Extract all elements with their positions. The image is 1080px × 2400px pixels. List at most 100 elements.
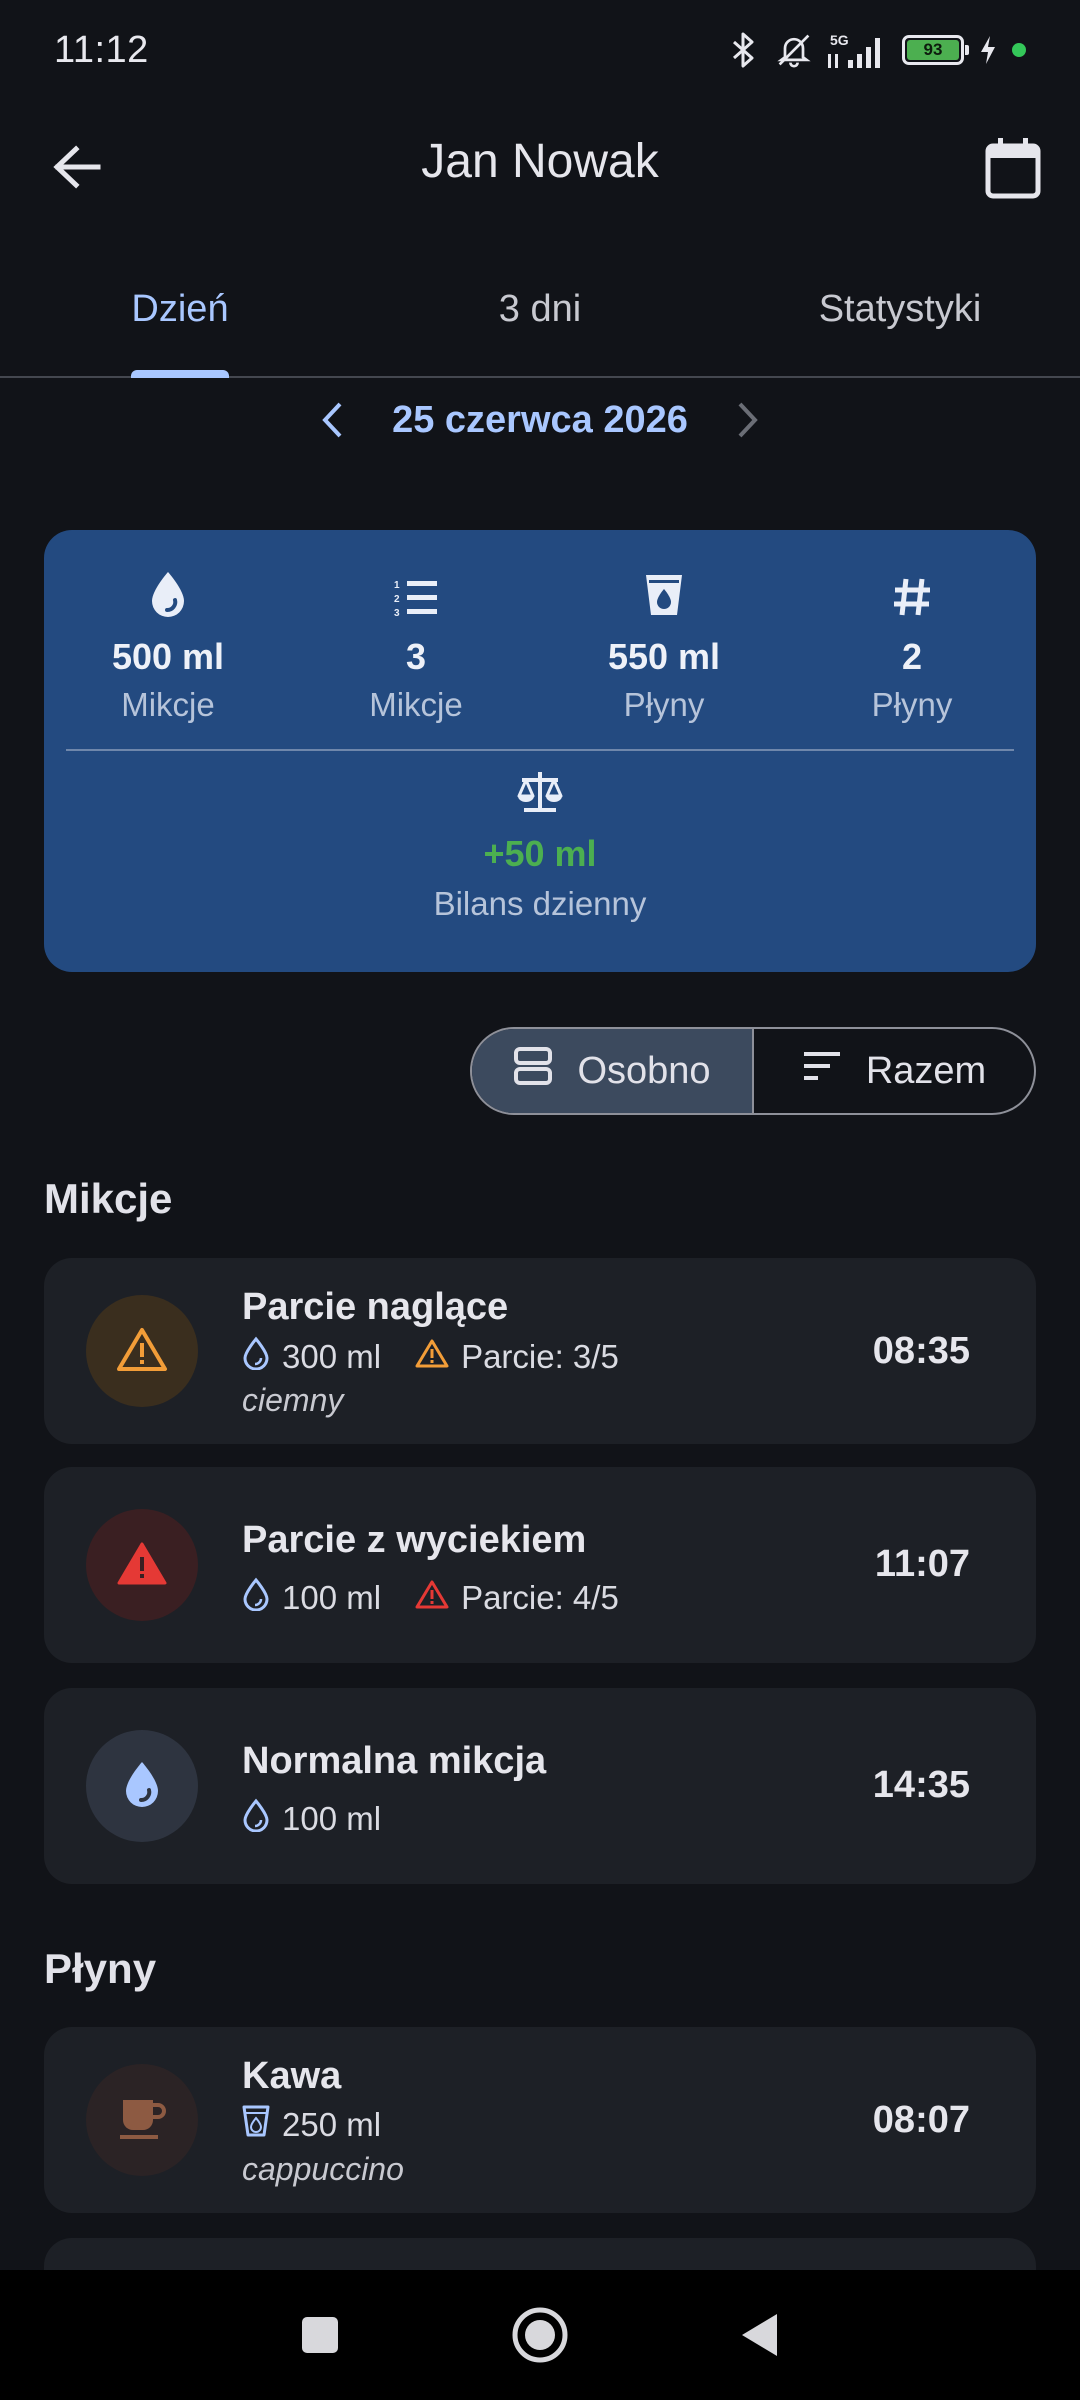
entry-avatar — [86, 1730, 198, 1842]
tab-statistics-label: Statystyki — [818, 288, 982, 330]
tab-day-label: Dzień — [131, 288, 229, 330]
warning-icon — [415, 1338, 449, 1376]
entry-name: Normalna mikcja — [242, 1740, 547, 1782]
drop-outline-icon — [242, 1798, 270, 1840]
drop-icon — [122, 1760, 162, 1813]
entry-urge: Parcie: 3/5 — [461, 1338, 619, 1375]
signal-icon: 5G — [826, 30, 888, 70]
drop-outline-icon — [242, 1577, 270, 1619]
stat-value: 3 — [405, 636, 427, 677]
combined-view-button[interactable]: Razem — [754, 1029, 1034, 1113]
battery-indicator: 93 — [902, 35, 969, 65]
svg-text:3: 3 — [394, 608, 400, 618]
warning-icon — [116, 1326, 168, 1377]
entry-note: cappuccino — [242, 2151, 404, 2187]
cup-icon — [643, 560, 685, 618]
split-rows-icon — [513, 1046, 553, 1096]
entry-name: Kawa — [242, 2055, 342, 2097]
void-entry-card[interactable]: Parcie naglące 300 ml Parcie: 3/5 ciemny… — [44, 1258, 1036, 1444]
daily-summary-card: 500 ml Mikcje 123 3 Mikcje 550 ml Płyny … — [44, 530, 1036, 972]
separate-view-label: Osobno — [577, 1049, 711, 1092]
entry-meta: 250 ml — [242, 2105, 415, 2145]
entry-avatar — [86, 1509, 198, 1621]
entry-time: 14:35 — [872, 1764, 970, 1806]
system-navigation-bar — [0, 2270, 1080, 2400]
svg-text:2: 2 — [394, 594, 400, 605]
warning-icon — [415, 1579, 449, 1617]
stat-drink-count: 2 Płyny — [788, 560, 1036, 760]
network-label: 5G — [830, 32, 849, 48]
previous-day-chevron-icon[interactable] — [312, 395, 352, 445]
recent-apps-square-icon[interactable] — [290, 2305, 350, 2365]
entry-volume: 100 ml — [282, 1800, 382, 1837]
entry-meta: 300 ml Parcie: 3/5 — [242, 1336, 653, 1378]
calendar-icon[interactable] — [982, 136, 1044, 202]
privacy-indicator-dot — [1012, 43, 1026, 57]
entry-volume: 100 ml — [282, 1579, 382, 1616]
app-bar: Jan Nowak — [0, 110, 1080, 220]
tab-bar: Dzień 3 dni Statystyki — [0, 260, 1080, 378]
entry-time: 08:07 — [872, 2099, 970, 2141]
balance-value: +50 ml — [483, 833, 597, 874]
stat-label: Płyny — [871, 686, 953, 723]
stat-label: Mikcje — [121, 686, 215, 723]
balance-label: Bilans dzienny — [433, 885, 647, 922]
active-tab-indicator — [131, 370, 229, 378]
separate-view-button[interactable]: Osobno — [472, 1029, 754, 1113]
entry-time: 08:35 — [872, 1330, 970, 1372]
tab-day[interactable]: Dzień — [0, 260, 360, 378]
tab-3-days[interactable]: 3 dni — [360, 260, 720, 376]
daily-balance: +50 ml Bilans dzienny — [44, 770, 1036, 923]
svg-text:1: 1 — [394, 580, 400, 591]
battery-level: 93 — [907, 40, 959, 60]
void-entry-card[interactable]: Parcie z wyciekiem 100 ml Parcie: 4/5 11… — [44, 1467, 1036, 1663]
stat-fluid-volume: 550 ml Płyny — [540, 560, 788, 760]
date-navigator: 25 czerwca 2026 — [0, 390, 1080, 450]
entry-time: 11:07 — [874, 1543, 970, 1585]
back-triangle-icon[interactable] — [730, 2305, 790, 2365]
stat-value: 500 ml — [111, 636, 225, 677]
status-bar: 11:12 5G 93 — [0, 0, 1080, 100]
fluids-section-title: Płyny — [44, 1945, 157, 1992]
entry-note: ciemny — [242, 1382, 344, 1418]
stat-value: 2 — [901, 636, 923, 677]
entry-meta: 100 ml Parcie: 4/5 — [242, 1577, 653, 1619]
next-day-chevron-icon[interactable] — [728, 395, 768, 445]
tab-3-days-label: 3 dni — [498, 288, 582, 330]
drop-outline-icon — [242, 1336, 270, 1378]
warning-icon — [116, 1540, 168, 1591]
view-mode-toggle: Osobno Razem — [470, 1027, 1036, 1115]
hash-icon — [891, 560, 933, 618]
voids-section-title: Mikcje — [44, 1175, 173, 1222]
stat-voided-volume: 500 ml Mikcje — [44, 560, 292, 760]
summary-stats: 500 ml Mikcje 123 3 Mikcje 550 ml Płyny … — [44, 560, 1036, 760]
status-icons: 5G 93 — [726, 30, 1026, 70]
entry-name: Parcie z wyciekiem — [242, 1519, 587, 1561]
summary-divider — [66, 749, 1014, 751]
fluid-entry-card[interactable]: Kawa 250 ml cappuccino 08:07 — [44, 2027, 1036, 2213]
entry-name: Parcie naglące — [242, 1286, 509, 1328]
void-entry-card[interactable]: Normalna mikcja 100 ml 14:35 — [44, 1688, 1036, 1884]
sort-lines-icon — [802, 1049, 842, 1093]
coffee-cup-icon — [118, 2096, 166, 2145]
combined-view-label: Razem — [865, 1049, 987, 1092]
home-circle-icon[interactable] — [510, 2305, 570, 2365]
charging-icon — [978, 30, 998, 70]
entry-avatar — [86, 2064, 198, 2176]
entry-urge: Parcie: 4/5 — [461, 1579, 619, 1616]
entry-meta: 100 ml — [242, 1798, 415, 1840]
drop-icon — [148, 560, 188, 618]
stat-void-count: 1 2 3 3 Mikcje — [292, 560, 540, 760]
stat-value: 550 ml — [607, 636, 721, 677]
muted-bell-icon — [776, 30, 812, 70]
stat-label: Płyny — [623, 686, 705, 723]
entry-volume: 300 ml — [282, 1338, 382, 1375]
cup-outline-icon — [242, 2105, 270, 2145]
page-title: Jan Nowak — [421, 135, 659, 188]
stat-label: Mikcje — [369, 686, 463, 723]
entry-volume: 250 ml — [282, 2106, 382, 2143]
tab-statistics[interactable]: Statystyki — [720, 260, 1080, 376]
numbered-list-icon: 1 2 3 — [393, 560, 439, 618]
entry-avatar — [86, 1295, 198, 1407]
scale-icon — [516, 770, 564, 819]
